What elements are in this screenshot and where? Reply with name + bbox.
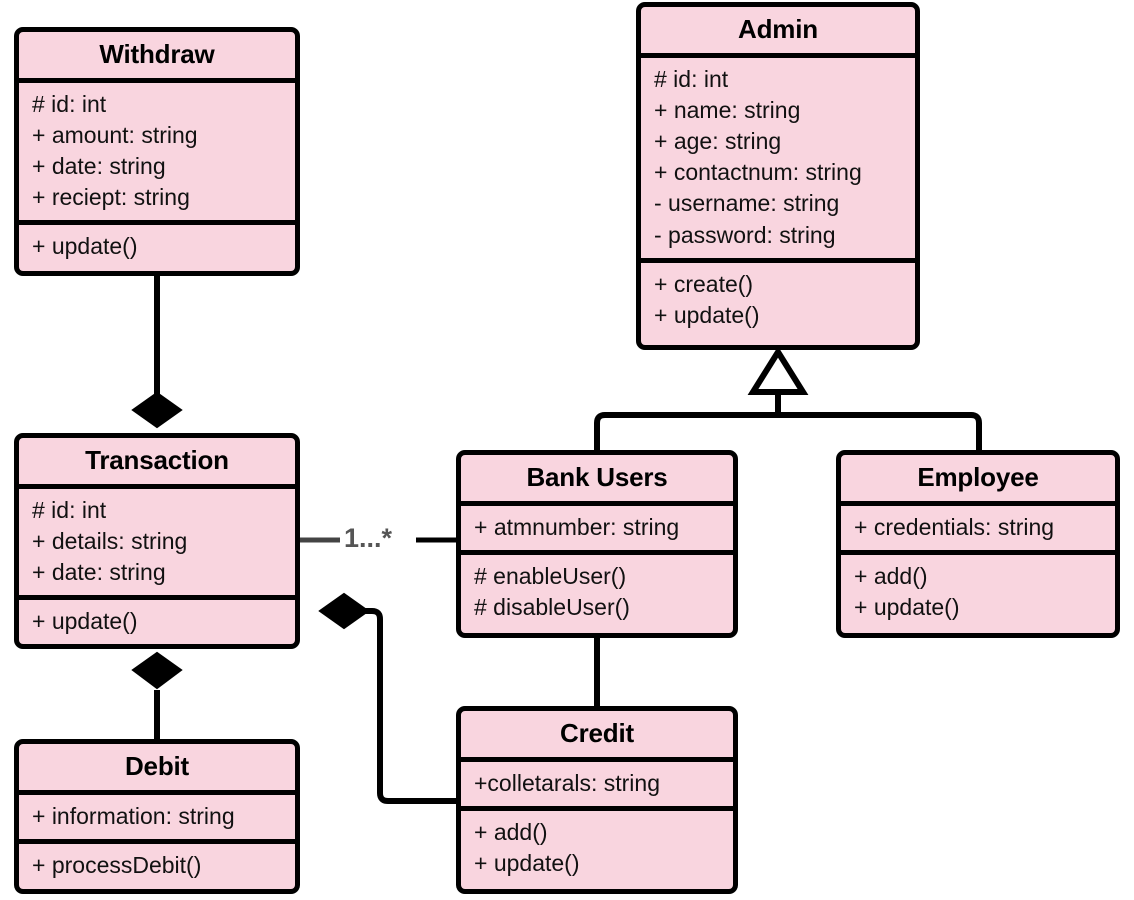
class-box-transaction[interactable]: Transaction # id: int + details: string … — [14, 433, 300, 649]
class-title-credit: Credit — [560, 718, 634, 748]
class-methods-bankusers: # enableUser() # disableUser() — [461, 555, 733, 630]
class-attributes-bankusers: + atmnumber: string — [461, 506, 733, 550]
class-title-withdraw: Withdraw — [99, 39, 215, 69]
attribute-row: + information: string — [32, 803, 235, 830]
method-row: + update() — [474, 850, 580, 877]
attribute-row: + amount: string — [32, 122, 198, 149]
class-attributes-credit: +colletarals: string — [461, 762, 733, 806]
class-methods-admin: + create() + update() — [641, 263, 915, 338]
method-row: + update() — [32, 233, 138, 260]
class-box-admin[interactable]: Admin # id: int + name: string + age: st… — [636, 2, 920, 350]
attribute-row: + contactnum: string — [654, 159, 862, 186]
method-row: + update() — [32, 608, 138, 635]
class-methods-employee: + add() + update() — [841, 555, 1115, 630]
class-attributes-admin: # id: int + name: string + age: string +… — [641, 58, 915, 257]
attribute-row: + credentials: string — [854, 514, 1055, 541]
method-row: + create() — [654, 270, 754, 297]
attribute-row: - password: string — [654, 221, 836, 248]
class-methods-credit: + add() + update() — [461, 811, 733, 886]
edge-generalization-to-admin — [594, 346, 982, 452]
class-attributes-withdraw: # id: int + amount: string + date: strin… — [19, 83, 295, 220]
edge-transaction-credit — [318, 592, 458, 804]
method-row: + update() — [854, 594, 960, 621]
class-methods-debit: + processDebit() — [19, 844, 295, 888]
method-row: # disableUser() — [474, 594, 630, 621]
attribute-row: + date: string — [32, 153, 166, 180]
attribute-row: + age: string — [654, 128, 782, 155]
class-box-credit[interactable]: Credit +colletarals: string + add() + up… — [456, 706, 738, 894]
attribute-row: + name: string — [654, 97, 801, 124]
attribute-row: +colletarals: string — [474, 770, 660, 797]
class-box-bankusers[interactable]: Bank Users + atmnumber: string # enableU… — [456, 450, 738, 638]
method-row: # enableUser() — [474, 563, 627, 590]
edge-label-multiplicity: 1...* — [341, 525, 396, 552]
class-title-transaction: Transaction — [85, 445, 229, 475]
class-attributes-employee: + credentials: string — [841, 506, 1115, 550]
class-methods-transaction: + update() — [19, 600, 295, 644]
attribute-row: # id: int — [32, 497, 107, 524]
attribute-row: # id: int — [654, 66, 729, 93]
attribute-row: + reciept: string — [32, 184, 190, 211]
method-row: + processDebit() — [32, 852, 202, 879]
class-title-admin: Admin — [738, 14, 818, 44]
uml-class-diagram-canvas: Withdraw # id: int + amount: string + da… — [0, 0, 1134, 900]
method-row: + add() — [474, 819, 548, 846]
class-title-bankusers: Bank Users — [526, 462, 668, 492]
attribute-row: # id: int — [32, 91, 107, 118]
class-attributes-debit: + information: string — [19, 795, 295, 839]
class-box-employee[interactable]: Employee + credentials: string + add() +… — [836, 450, 1120, 638]
class-title-debit: Debit — [124, 751, 189, 781]
attribute-row: - username: string — [654, 190, 840, 217]
method-row: + update() — [654, 301, 760, 328]
method-row: + add() — [854, 563, 928, 590]
edge-transaction-debit — [131, 651, 183, 742]
class-box-debit[interactable]: Debit + information: string + processDeb… — [14, 739, 300, 894]
class-attributes-transaction: # id: int + details: string + date: stri… — [19, 489, 295, 595]
attribute-row: + date: string — [32, 559, 166, 586]
class-methods-withdraw: + update() — [19, 225, 295, 269]
attribute-row: + atmnumber: string — [474, 514, 680, 541]
class-box-withdraw[interactable]: Withdraw # id: int + amount: string + da… — [14, 27, 300, 276]
class-title-employee: Employee — [917, 462, 1039, 492]
edge-withdraw-transaction — [131, 276, 183, 429]
attribute-row: + details: string — [32, 528, 188, 555]
